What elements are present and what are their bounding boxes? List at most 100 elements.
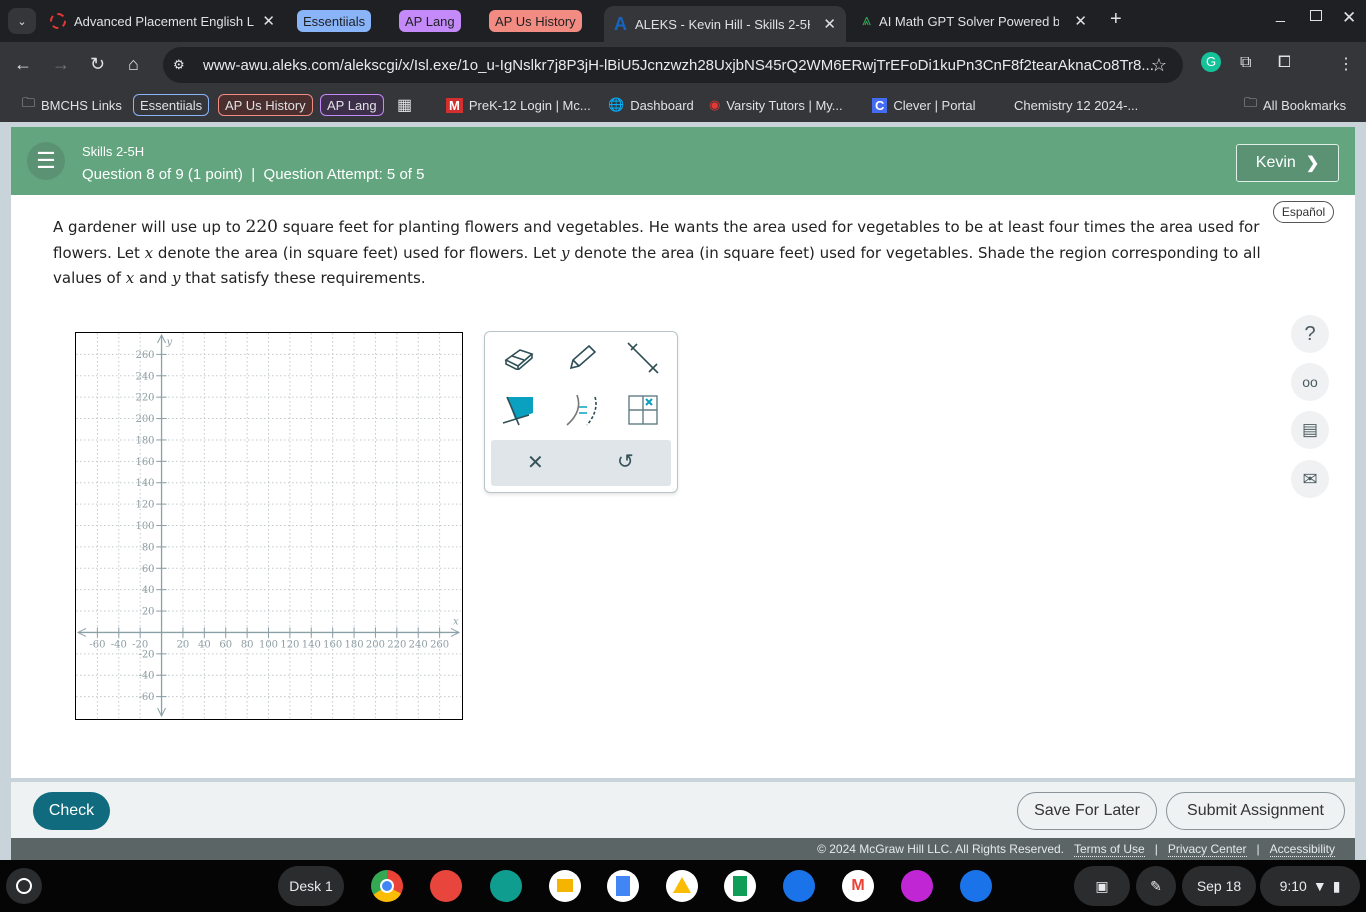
bookmark-clever[interactable]: C Clever | Portal xyxy=(872,94,976,116)
eraser-icon[interactable] xyxy=(499,338,539,378)
back-icon[interactable]: ← xyxy=(14,54,32,75)
tab-group-ap-us-history[interactable]: AP Us History xyxy=(489,10,582,32)
desk-button[interactable]: Desk 1 xyxy=(278,866,344,906)
hint-icon[interactable]: ▤ xyxy=(1291,411,1329,449)
grammarly-icon[interactable]: G xyxy=(1201,52,1221,72)
folder-icon: 🗀 xyxy=(1244,95,1258,110)
user-menu-button[interactable]: Kevin ❯ xyxy=(1236,144,1339,182)
site-info-icon[interactable]: ⚙ xyxy=(173,57,185,73)
legal-bar: © 2024 McGraw Hill LLC. All Rights Reser… xyxy=(11,838,1355,860)
files-icon[interactable] xyxy=(783,870,815,902)
x-tick-label: 200 xyxy=(366,639,385,650)
espanol-button[interactable]: Español xyxy=(1273,201,1334,223)
restore-icon[interactable] xyxy=(1310,10,1322,21)
graph-canvas[interactable]: -60 -40 -20 20 40 60 80 100 120 140 160 180 200 220 24… xyxy=(75,332,463,720)
toggle-inequality-icon[interactable] xyxy=(561,390,601,430)
stylus-icon[interactable]: ✎ xyxy=(1136,866,1176,906)
check-button[interactable]: Check xyxy=(33,792,110,830)
clear-icon[interactable]: ✕ xyxy=(527,450,544,475)
drive-icon[interactable] xyxy=(666,870,698,902)
mail-icon[interactable]: ✉ xyxy=(1291,460,1329,498)
x-tick-label: 60 xyxy=(219,639,232,650)
graph-tools-panel: ✕ ↺ xyxy=(484,331,678,493)
bookmark-varsity-tutors[interactable]: ◉ Varsity Tutors | My... xyxy=(709,94,843,116)
status-area[interactable]: 9:10 ▼ ▮ xyxy=(1260,866,1360,906)
reader-extension-icon[interactable]: ⧉ xyxy=(1240,54,1251,72)
launcher-icon[interactable] xyxy=(6,868,42,904)
undo-icon[interactable]: ↺ xyxy=(617,449,634,474)
chrome-icon[interactable] xyxy=(371,870,403,902)
y-tick-label: 160 xyxy=(135,457,154,468)
x-tick-label: 240 xyxy=(409,639,428,650)
tab-group-essentiials[interactable]: Essentiials xyxy=(297,10,372,32)
y-tick-label: 180 xyxy=(135,435,154,446)
tab-ap-english[interactable]: Advanced Placement English L ✕ xyxy=(40,6,285,36)
line-icon[interactable] xyxy=(623,338,663,378)
bookmark-ap-lang[interactable]: AP Lang xyxy=(320,94,384,116)
canvas-icon[interactable] xyxy=(430,870,462,902)
extensions-icon[interactable]: ⧠ xyxy=(1278,54,1291,72)
menu-hamburger-icon[interactable]: ☰ xyxy=(27,142,65,180)
app-purple-icon[interactable] xyxy=(901,870,933,902)
terms-link[interactable]: Terms of Use xyxy=(1074,842,1145,857)
y-tick-label: 20 xyxy=(142,607,155,618)
point-grid-icon[interactable] xyxy=(623,390,663,430)
help-icon[interactable]: ? xyxy=(1291,315,1329,353)
y-tick-label: 120 xyxy=(135,500,154,511)
taskbar: Desk 1 M ▣ ✎ Sep 18 9:10 ▼ ▮ xyxy=(0,860,1366,912)
classroom-icon[interactable] xyxy=(490,870,522,902)
gmail-icon[interactable]: M xyxy=(842,870,874,902)
tab-search-button[interactable]: ⌄ xyxy=(8,8,36,34)
varsity-icon: ◉ xyxy=(709,97,721,112)
forward-icon[interactable]: → xyxy=(52,54,70,75)
y-tick-label: -20 xyxy=(138,649,154,660)
accessibility-link[interactable]: Accessibility xyxy=(1269,842,1335,857)
y-tick-label: 240 xyxy=(135,371,154,382)
aleks-header: ☰ Skills 2-5H Question 8 of 9 (1 point) … xyxy=(11,127,1355,195)
close-tab-icon[interactable]: ✕ xyxy=(823,15,836,33)
bookmark-star-icon[interactable]: ☆ xyxy=(1151,55,1167,76)
bookmark-ap-us-history[interactable]: AP Us History xyxy=(218,94,313,116)
sheets-icon[interactable] xyxy=(724,870,756,902)
bookmark-prek12[interactable]: M PreK-12 Login | Mc... xyxy=(446,94,591,116)
bookmark-bmchs-links[interactable]: 🗀 BMCHS Links xyxy=(22,94,122,116)
reload-icon[interactable]: ↻ xyxy=(90,54,105,75)
bookmark-essentiials[interactable]: Essentiials xyxy=(133,94,210,116)
close-tab-icon[interactable]: ✕ xyxy=(262,12,275,30)
shade-region-icon[interactable] xyxy=(499,390,539,430)
coordinate-plane[interactable]: -60 -40 -20 20 40 60 80 100 120 140 160 180 200 220 24… xyxy=(76,333,461,718)
y-tick-label: 80 xyxy=(142,542,155,553)
menu-icon[interactable]: ⋮ xyxy=(1338,54,1354,74)
x-tick-label: 180 xyxy=(345,639,364,650)
glasses-icon[interactable]: oo xyxy=(1291,363,1329,401)
x-tick-label: 140 xyxy=(302,639,321,650)
bookmark-chemistry[interactable]: Chemistry 12 2024-... xyxy=(1014,94,1138,116)
close-window-icon[interactable]: ✕ xyxy=(1342,8,1356,28)
tab-ai-math[interactable]: ⩓ AI Math GPT Solver Powered by ✕ xyxy=(852,6,1097,36)
pencil-icon[interactable] xyxy=(561,338,601,378)
home-icon[interactable]: ⌂ xyxy=(128,54,139,75)
slides-icon[interactable] xyxy=(549,870,581,902)
y-tick-label: 260 xyxy=(135,350,154,361)
pdf-tray-icon[interactable]: ▣ xyxy=(1074,866,1130,906)
bookmark-dashboard[interactable]: 🌐 Dashboard xyxy=(608,94,694,116)
app-blue-icon[interactable] xyxy=(960,870,992,902)
docs-icon[interactable] xyxy=(607,870,639,902)
close-tab-icon[interactable]: ✕ xyxy=(1074,12,1087,30)
address-bar[interactable]: ⚙ www-awu.aleks.com/alekscgi/x/Isl.exe/1… xyxy=(163,47,1183,83)
save-for-later-button[interactable]: Save For Later xyxy=(1017,792,1157,830)
date-display[interactable]: Sep 18 xyxy=(1182,866,1256,906)
x-tick-label: 20 xyxy=(177,639,190,650)
minimize-icon[interactable]: _ xyxy=(1276,6,1285,24)
tab-aleks[interactable]: A ALEKS - Kevin Hill - Skills 2-5H ✕ xyxy=(604,6,846,42)
apps-grid-icon[interactable]: ▦ xyxy=(397,94,412,116)
x-tick-label: 160 xyxy=(323,639,342,650)
privacy-link[interactable]: Privacy Center xyxy=(1167,842,1247,857)
folder-icon: 🗀 xyxy=(22,95,36,110)
y-tick-label: 220 xyxy=(135,393,154,404)
all-bookmarks[interactable]: 🗀 All Bookmarks xyxy=(1244,94,1346,116)
new-tab-icon[interactable]: + xyxy=(1110,8,1122,31)
tab-group-ap-lang[interactable]: AP Lang xyxy=(399,10,461,32)
submit-assignment-button[interactable]: Submit Assignment xyxy=(1166,792,1345,830)
compass-icon: ⩓ xyxy=(862,12,872,29)
